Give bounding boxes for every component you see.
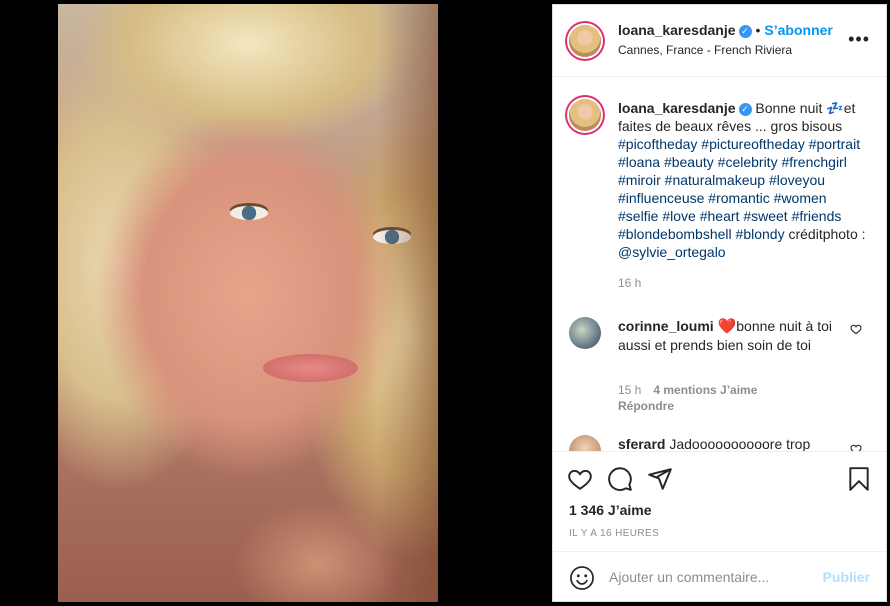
comment-icon[interactable]: [607, 466, 633, 492]
more-options-icon[interactable]: •••: [848, 29, 870, 50]
author-avatar[interactable]: [569, 25, 601, 57]
reply-button[interactable]: Répondre: [618, 399, 674, 413]
hashtag-link[interactable]: #loveyou: [769, 172, 825, 188]
hashtag-link[interactable]: #influenceuse: [618, 190, 704, 206]
comment-meta: 15 h 4 mentions J’aime: [618, 383, 757, 397]
hashtag-link[interactable]: #picoftheday: [618, 136, 697, 152]
credit-mention-link[interactable]: @sylvie_ortegalo: [618, 244, 726, 260]
post-date[interactable]: IL Y A 16 HEURES: [569, 528, 659, 539]
hashtag-link[interactable]: #friends: [792, 208, 842, 224]
hashtag-link[interactable]: #selfie: [618, 208, 658, 224]
follow-button[interactable]: S’abonner: [764, 22, 832, 38]
hashtag-link[interactable]: #loana: [618, 154, 660, 170]
caption-username[interactable]: loana_karesdanje: [618, 100, 736, 116]
hashtag-link[interactable]: #blondebombshell: [618, 226, 732, 242]
post-actions: 1 346 J’aime IL Y A 16 HEURES: [553, 451, 886, 551]
commenter-avatar[interactable]: [569, 317, 601, 349]
comment-like-heart-icon[interactable]: [850, 443, 862, 451]
hashtag-link[interactable]: #celebrity: [718, 154, 778, 170]
post-caption: loana_karesdanje ✓ Bonne nuit 💤et faites …: [618, 99, 868, 261]
comment-like-heart-icon[interactable]: [850, 323, 862, 335]
caption-author-avatar[interactable]: [569, 99, 601, 131]
hashtag-link[interactable]: #romantic: [708, 190, 769, 206]
verified-badge-icon: ✓: [738, 103, 752, 116]
sleep-emoji: 💤: [826, 100, 844, 116]
hashtag-link[interactable]: #pictureoftheday: [701, 136, 805, 152]
comments-scroll-area[interactable]: loana_karesdanje ✓ Bonne nuit 💤et faites …: [553, 77, 886, 451]
hashtag-link[interactable]: #heart: [700, 208, 740, 224]
share-icon[interactable]: [647, 466, 673, 492]
hashtag-link[interactable]: #beauty: [664, 154, 714, 170]
hashtag-link[interactable]: #women: [774, 190, 827, 206]
comment-item: sferard Jadoooooooooore trop: [618, 435, 858, 451]
add-comment-bar: Publier: [553, 551, 886, 603]
comment-input[interactable]: [609, 566, 809, 588]
hashtag-link[interactable]: #love: [662, 208, 695, 224]
comment-likes[interactable]: 4 mentions J’aime: [653, 383, 757, 397]
likes-count[interactable]: 1 346 J’aime: [569, 502, 652, 518]
emoji-icon[interactable]: [569, 565, 595, 591]
heart-emoji: ❤️: [717, 318, 737, 335]
photo-eye-left: [230, 206, 268, 220]
commenter-avatar[interactable]: [569, 435, 601, 451]
comment-text: Jadoooooooooore trop: [669, 436, 811, 451]
hashtag-link[interactable]: #portrait: [809, 136, 860, 152]
comment-username[interactable]: corinne_loumi: [618, 318, 714, 334]
hashtag-link[interactable]: #frenchgirl: [781, 154, 846, 170]
header-separator: •: [755, 22, 761, 38]
caption-text-start: Bonne nuit: [755, 100, 827, 116]
comment-item: corinne_loumi ❤️bonne nuit à toi aussi e…: [618, 317, 846, 354]
hashtag-link[interactable]: #miroir: [618, 172, 661, 188]
bookmark-icon[interactable]: [846, 466, 872, 492]
verified-badge-icon: ✓: [738, 25, 752, 38]
credit-label: créditphoto :: [788, 226, 866, 242]
photo-shade: [378, 4, 438, 602]
post-side-panel: loana_karesdanje ✓ • S’abonner Cannes, Fran…: [552, 4, 887, 602]
comment-time[interactable]: 15 h: [618, 383, 641, 397]
heart-icon[interactable]: [567, 466, 593, 492]
hashtag-link[interactable]: #blondy: [736, 226, 785, 242]
comment-username[interactable]: sferard: [618, 436, 665, 451]
caption-time[interactable]: 16 h: [618, 276, 641, 290]
hashtag-link[interactable]: #sweet: [743, 208, 787, 224]
publish-button[interactable]: Publier: [823, 569, 870, 585]
photo-lips: [263, 354, 358, 382]
post-image[interactable]: [58, 4, 438, 602]
post-header: loana_karesdanje ✓ • S’abonner Cannes, Fran…: [553, 5, 886, 77]
header-title-line: loana_karesdanje ✓ • S’abonner: [618, 22, 833, 40]
author-username[interactable]: loana_karesdanje: [618, 22, 736, 38]
post-location[interactable]: Cannes, France - French Riviera: [618, 43, 792, 57]
hashtag-link[interactable]: #naturalmakeup: [665, 172, 765, 188]
